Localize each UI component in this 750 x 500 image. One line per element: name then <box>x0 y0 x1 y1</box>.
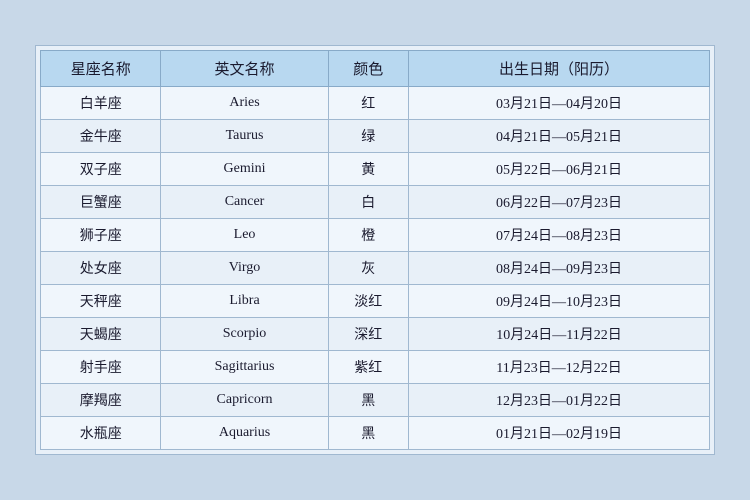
table-row: 金牛座Taurus绿04月21日—05月21日 <box>41 120 710 153</box>
cell-date: 10月24日—11月22日 <box>408 318 709 351</box>
cell-date: 06月22日—07月23日 <box>408 186 709 219</box>
cell-date: 11月23日—12月22日 <box>408 351 709 384</box>
cell-color: 灰 <box>328 252 408 285</box>
cell-color: 红 <box>328 87 408 120</box>
cell-en-name: Sagittarius <box>161 351 328 384</box>
cell-en-name: Virgo <box>161 252 328 285</box>
cell-zh-name: 白羊座 <box>41 87 161 120</box>
cell-en-name: Libra <box>161 285 328 318</box>
cell-zh-name: 双子座 <box>41 153 161 186</box>
table-row: 天蝎座Scorpio深红10月24日—11月22日 <box>41 318 710 351</box>
cell-en-name: Aquarius <box>161 417 328 450</box>
cell-zh-name: 处女座 <box>41 252 161 285</box>
cell-zh-name: 狮子座 <box>41 219 161 252</box>
table-row: 天秤座Libra淡红09月24日—10月23日 <box>41 285 710 318</box>
table-row: 巨蟹座Cancer白06月22日—07月23日 <box>41 186 710 219</box>
table-row: 摩羯座Capricorn黑12月23日—01月22日 <box>41 384 710 417</box>
table-row: 狮子座Leo橙07月24日—08月23日 <box>41 219 710 252</box>
cell-zh-name: 天蝎座 <box>41 318 161 351</box>
table-row: 处女座Virgo灰08月24日—09月23日 <box>41 252 710 285</box>
cell-zh-name: 金牛座 <box>41 120 161 153</box>
cell-en-name: Cancer <box>161 186 328 219</box>
cell-en-name: Capricorn <box>161 384 328 417</box>
cell-color: 黑 <box>328 417 408 450</box>
cell-zh-name: 射手座 <box>41 351 161 384</box>
table-row: 双子座Gemini黄05月22日—06月21日 <box>41 153 710 186</box>
cell-en-name: Leo <box>161 219 328 252</box>
cell-color: 淡红 <box>328 285 408 318</box>
table-row: 水瓶座Aquarius黑01月21日—02月19日 <box>41 417 710 450</box>
zodiac-table-container: 星座名称 英文名称 颜色 出生日期（阳历） 白羊座Aries红03月21日—04… <box>35 45 715 455</box>
table-row: 白羊座Aries红03月21日—04月20日 <box>41 87 710 120</box>
header-zh-name: 星座名称 <box>41 51 161 87</box>
cell-color: 黄 <box>328 153 408 186</box>
cell-date: 08月24日—09月23日 <box>408 252 709 285</box>
cell-color: 深红 <box>328 318 408 351</box>
cell-date: 01月21日—02月19日 <box>408 417 709 450</box>
cell-color: 黑 <box>328 384 408 417</box>
cell-color: 白 <box>328 186 408 219</box>
header-en-name: 英文名称 <box>161 51 328 87</box>
cell-en-name: Gemini <box>161 153 328 186</box>
table-row: 射手座Sagittarius紫红11月23日—12月22日 <box>41 351 710 384</box>
cell-zh-name: 摩羯座 <box>41 384 161 417</box>
cell-color: 紫红 <box>328 351 408 384</box>
cell-date: 05月22日—06月21日 <box>408 153 709 186</box>
cell-color: 橙 <box>328 219 408 252</box>
cell-date: 04月21日—05月21日 <box>408 120 709 153</box>
cell-color: 绿 <box>328 120 408 153</box>
cell-zh-name: 天秤座 <box>41 285 161 318</box>
table-header-row: 星座名称 英文名称 颜色 出生日期（阳历） <box>41 51 710 87</box>
cell-en-name: Aries <box>161 87 328 120</box>
cell-date: 09月24日—10月23日 <box>408 285 709 318</box>
cell-date: 12月23日—01月22日 <box>408 384 709 417</box>
cell-en-name: Taurus <box>161 120 328 153</box>
cell-zh-name: 水瓶座 <box>41 417 161 450</box>
cell-date: 07月24日—08月23日 <box>408 219 709 252</box>
cell-zh-name: 巨蟹座 <box>41 186 161 219</box>
zodiac-table: 星座名称 英文名称 颜色 出生日期（阳历） 白羊座Aries红03月21日—04… <box>40 50 710 450</box>
cell-date: 03月21日—04月20日 <box>408 87 709 120</box>
header-date: 出生日期（阳历） <box>408 51 709 87</box>
cell-en-name: Scorpio <box>161 318 328 351</box>
header-color: 颜色 <box>328 51 408 87</box>
